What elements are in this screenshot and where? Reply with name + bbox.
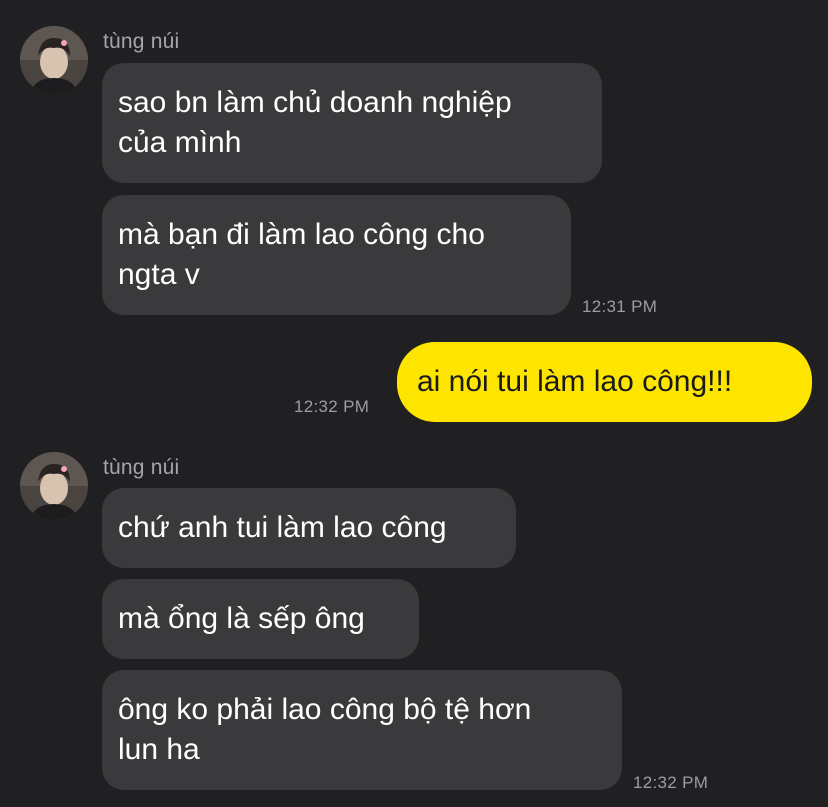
avatar[interactable] — [20, 26, 88, 94]
message-text: ai nói tui làm lao công!!! — [417, 365, 733, 398]
sender-name: tùng núi — [103, 30, 180, 53]
message-bubble[interactable]: ông ko phải lao công bộ tệ hơn lun ha — [102, 670, 622, 790]
sender-name: tùng núi — [103, 456, 180, 479]
message-text: sao bn làm chủ doanh nghiệp — [118, 86, 512, 119]
message-text: chứ anh tui làm lao công — [118, 511, 447, 544]
message-bubble[interactable]: mà bạn đi làm lao công cho ngta v — [102, 195, 571, 315]
message-text: ông ko phải lao công bộ tệ hơn — [118, 693, 532, 726]
profile-photo-icon — [20, 26, 88, 94]
message-timestamp: 12:32 PM — [633, 773, 709, 792]
message-bubble[interactable]: ai nói tui làm lao công!!! — [397, 342, 812, 422]
message-text: mà bạn đi làm lao công cho — [118, 218, 485, 251]
message-text: ngta v — [118, 258, 200, 291]
message-bubble[interactable]: chứ anh tui làm lao công — [102, 488, 516, 568]
message-bubble[interactable]: sao bn làm chủ doanh nghiệp của mình — [102, 63, 602, 183]
message-timestamp: 12:32 PM — [294, 397, 370, 416]
message-text: lun ha — [118, 733, 200, 766]
avatar[interactable] — [20, 452, 88, 520]
message-text: của mình — [118, 126, 242, 159]
message-text: mà ổng là sếp ông — [118, 602, 365, 635]
message-bubble[interactable]: mà ổng là sếp ông — [102, 579, 419, 659]
profile-photo-icon — [20, 452, 88, 520]
message-timestamp: 12:31 PM — [582, 297, 658, 316]
